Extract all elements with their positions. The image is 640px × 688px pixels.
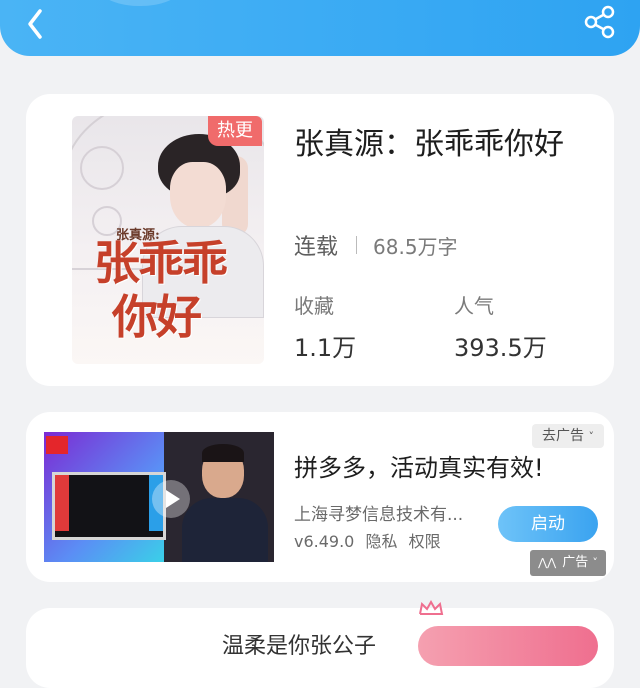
ad-brand-icon: ⋀⋀ <box>538 556 557 569</box>
privacy-link[interactable]: 隐私 <box>365 532 397 551</box>
app-version: v6.49.0 <box>294 532 355 551</box>
serial-status: 连载 <box>294 235 339 260</box>
console-joycon-left <box>55 475 69 531</box>
ad-card[interactable]: 拼多多，活动真实有效! 上海寻梦信息技术有... v6.49.0 隐私 权限 启… <box>26 412 614 582</box>
divider <box>356 236 358 254</box>
ad-tag-label: 广告 <box>562 555 589 570</box>
ad-title: 拼多多，活动真实有效! <box>294 454 544 482</box>
share-icon <box>584 5 615 39</box>
popularity-value: 393.5万 <box>454 334 547 362</box>
crown-icon <box>419 600 444 615</box>
permissions-link[interactable]: 权限 <box>409 532 441 551</box>
hot-update-badge: 热更 <box>208 116 262 146</box>
favorites-value: 1.1万 <box>294 334 357 362</box>
presenter-hair <box>202 444 244 462</box>
share-button[interactable] <box>582 4 618 40</box>
ad-video-thumbnail[interactable] <box>44 432 274 562</box>
word-count: 68.5万字 <box>373 234 458 259</box>
ad-meta: v6.49.0 隐私 权限 <box>294 528 441 552</box>
ad-tag[interactable]: ⋀⋀ 广告 ˅ <box>530 550 606 576</box>
remove-ad-label: 去广告 <box>542 428 585 444</box>
recommend-button[interactable] <box>418 626 598 666</box>
favorites-label: 收藏 <box>294 294 334 318</box>
presenter-body <box>182 498 268 562</box>
cover-figure <box>170 162 226 228</box>
recommend-title: 温柔是你张公子 <box>222 634 377 659</box>
book-title: 张真源：张乖乖你好 <box>294 127 564 162</box>
cover-title-line1: 张乖乖 <box>94 236 228 290</box>
chevron-down-icon: ˅ <box>592 556 598 569</box>
ad-product-panel <box>44 432 166 562</box>
launch-button[interactable]: 启动 <box>498 506 598 542</box>
play-icon[interactable] <box>152 480 190 518</box>
remove-ad-button[interactable]: 去广告 ˅ <box>532 424 604 448</box>
header-decoration <box>100 0 180 6</box>
back-button[interactable] <box>18 6 54 42</box>
book-meta: 连载 68.5万字 <box>294 230 458 261</box>
top-bar <box>0 0 640 56</box>
chevron-down-icon: ˅ <box>588 430 594 443</box>
ad-company: 上海寻梦信息技术有... <box>294 505 464 525</box>
brand-logo <box>46 436 68 454</box>
chevron-left-icon <box>28 9 42 39</box>
cover-title-line2: 你好 <box>112 290 202 344</box>
cover-decoration <box>80 146 124 190</box>
game-console-image <box>52 472 166 540</box>
book-info-card: 张真源: 张乖乖 你好 张真源：张乖乖你好 连载 68.5万字 收藏 1.1万 … <box>26 94 614 386</box>
popularity-label: 人气 <box>454 294 494 318</box>
book-cover[interactable]: 张真源: 张乖乖 你好 <box>72 116 264 364</box>
